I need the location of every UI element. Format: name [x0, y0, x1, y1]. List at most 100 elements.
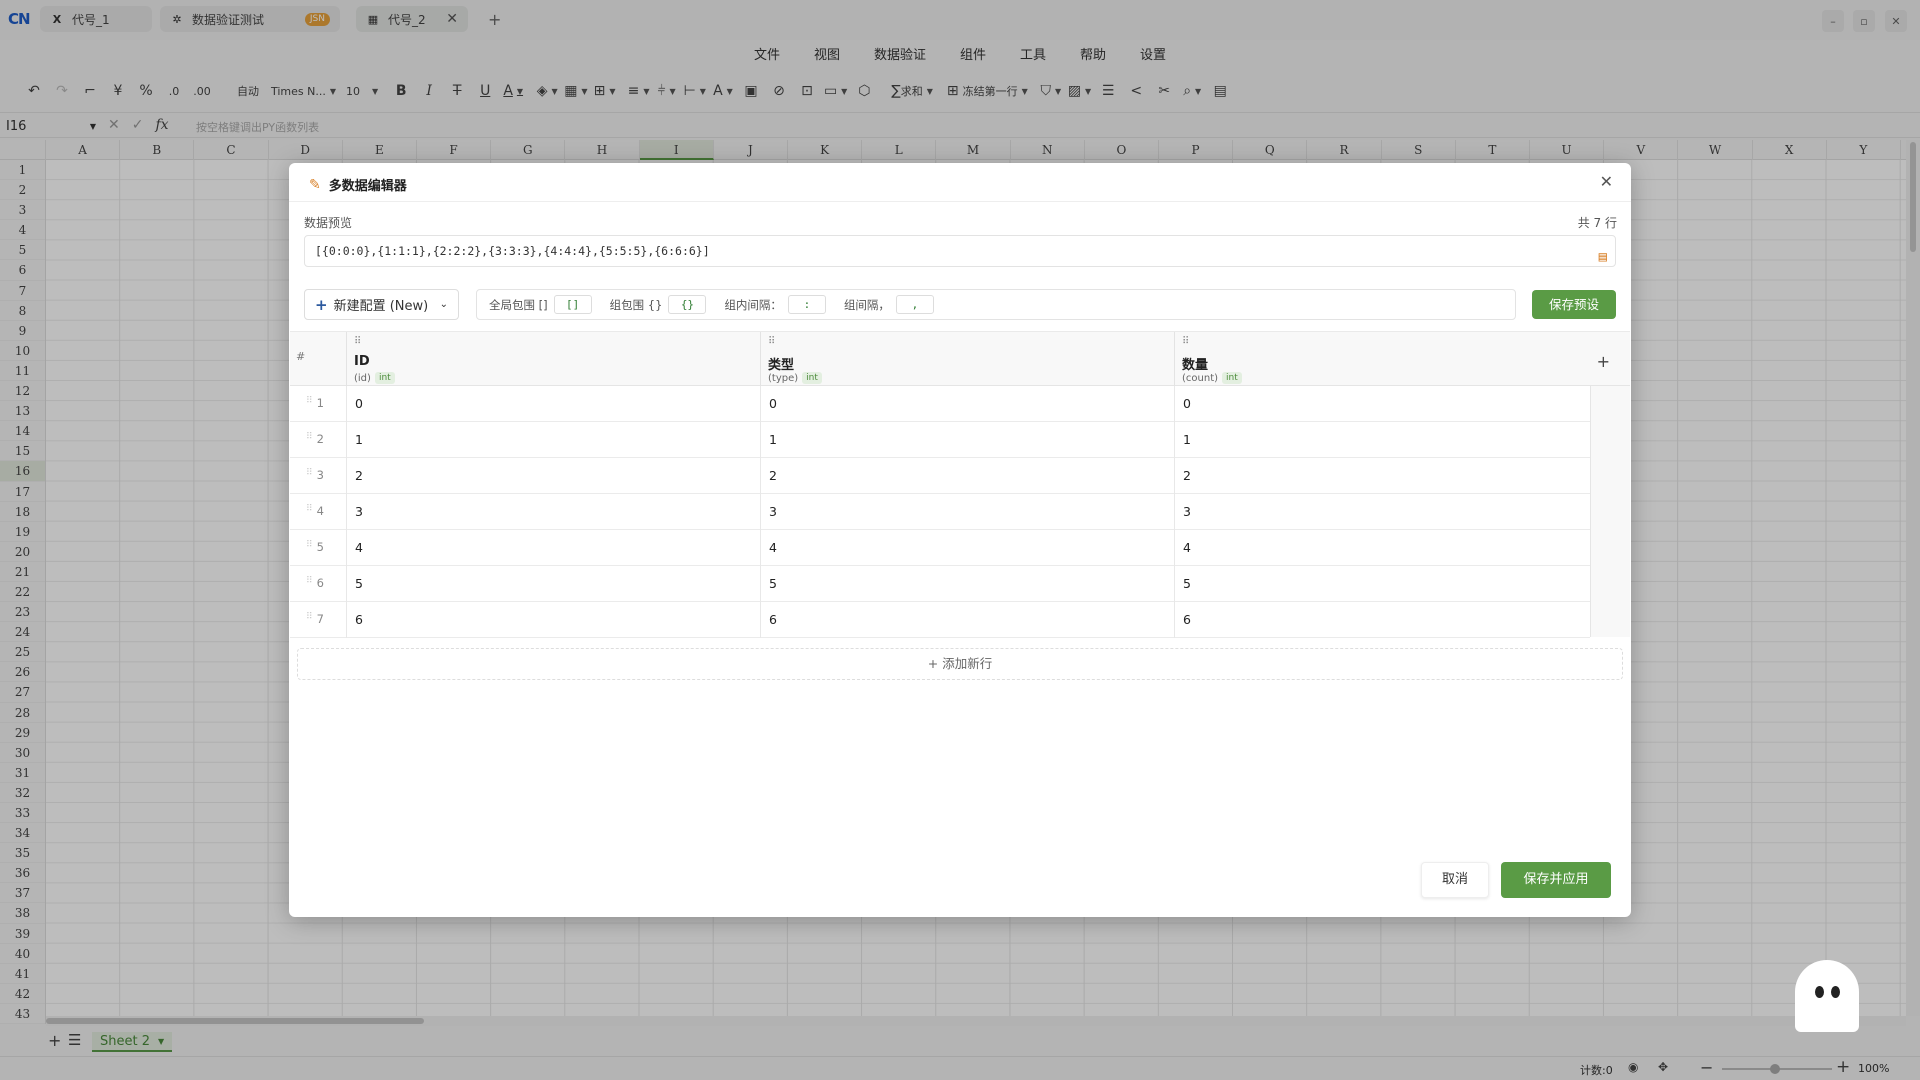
row-number: ⠿ 2: [306, 432, 324, 446]
table-cell[interactable]: 6: [760, 602, 1174, 638]
row-number-value: 6: [316, 576, 324, 590]
preview-label: 数据预览: [304, 216, 353, 230]
row-number-value: 5: [316, 540, 324, 554]
table-cell[interactable]: 2: [1174, 458, 1590, 494]
column-header-type[interactable]: ⠿ 类型 (type) int: [760, 332, 1174, 387]
save-and-apply-button[interactable]: 保存并应用: [1501, 862, 1611, 898]
table-cell[interactable]: 2: [346, 458, 760, 494]
column-header-count[interactable]: ⠿ 数量 (count) int: [1174, 332, 1590, 387]
table-cell[interactable]: 3: [1174, 494, 1590, 530]
config-row: + 新建配置 (New) ⌄ 全局包围 [] [] 组包围 {} {} 组内间隔…: [304, 289, 1616, 321]
row-number-header: #: [296, 350, 306, 363]
table-cell[interactable]: 6: [1174, 602, 1590, 638]
clipboard-icon[interactable]: ▤: [1599, 242, 1607, 272]
format-options: 全局包围 [] [] 组包围 {} {} 组内间隔： : 组间隔， ,: [476, 289, 1516, 320]
table-cell[interactable]: 2: [760, 458, 1174, 494]
config-select-value: 新建配置 (New): [333, 299, 429, 314]
data-table: # ⠿ ID (id) int ⠿ 类型 (type) int ⠿ 数量 (coun…: [290, 331, 1630, 638]
table-header: # ⠿ ID (id) int ⠿ 类型 (type) int ⠿ 数量 (coun…: [290, 331, 1630, 387]
ghost-eye: [1831, 986, 1840, 998]
table-row: ⠿ 3 2 2 2: [290, 458, 1590, 494]
row-number: ⠿ 6: [306, 576, 324, 590]
table-cell[interactable]: 1: [1174, 422, 1590, 458]
table-cell[interactable]: 4: [346, 530, 760, 566]
close-icon[interactable]: ✕: [1600, 172, 1613, 191]
group-separator-input[interactable]: ,: [895, 295, 934, 314]
row-number: ⠿ 7: [306, 612, 324, 626]
table-cell[interactable]: 5: [346, 566, 760, 602]
row-number-value: 4: [316, 504, 324, 518]
table-cell[interactable]: 5: [760, 566, 1174, 602]
add-column-area: [1590, 386, 1630, 637]
save-preset-button[interactable]: 保存预设: [1532, 290, 1616, 319]
row-total: 共 7 行: [1577, 216, 1617, 230]
add-row-button[interactable]: + 添加新行: [297, 648, 1623, 680]
group-separator-label: 组间隔，: [843, 297, 890, 312]
table-row: ⠿ 2 1 1 1: [290, 422, 1590, 458]
row-number-value: 2: [316, 432, 324, 446]
divider: [289, 201, 1631, 202]
drag-handle-icon[interactable]: ⠿: [1182, 336, 1189, 347]
drag-handle-icon[interactable]: ⠿: [306, 396, 313, 410]
global-wrap-input[interactable]: []: [553, 295, 592, 314]
table-cell[interactable]: 0: [346, 386, 760, 422]
row-number-value: 1: [316, 396, 324, 410]
inner-separator-label: 组内间隔：: [724, 297, 782, 312]
group-wrap-input[interactable]: {}: [668, 295, 707, 314]
edit-note-icon: ✎: [309, 176, 321, 193]
table-cell[interactable]: 3: [760, 494, 1174, 530]
row-number-value: 7: [316, 612, 324, 626]
preview-text: [{0:0:0},{1:1:1},{2:2:2},{3:3:3},{4:4:4}…: [315, 244, 710, 258]
drag-handle-icon[interactable]: ⠿: [306, 576, 313, 590]
cancel-button[interactable]: 取消: [1421, 862, 1489, 898]
table-cell[interactable]: 4: [760, 530, 1174, 566]
column-name: ID: [354, 354, 370, 369]
drag-handle-icon[interactable]: ⠿: [306, 468, 313, 482]
table-row: ⠿ 4 3 3 3: [290, 494, 1590, 530]
ghost-assistant-icon[interactable]: [1795, 960, 1859, 1032]
drag-handle-icon[interactable]: ⠿: [306, 504, 313, 518]
table-cell[interactable]: 1: [346, 422, 760, 458]
table-row: ⠿ 5 4 4 4: [290, 530, 1590, 566]
column-key: (id): [354, 372, 371, 384]
chevron-down-icon: ⌄: [439, 299, 448, 310]
table-cell[interactable]: 1: [760, 422, 1174, 458]
row-number: ⠿ 4: [306, 504, 324, 518]
column-meta: (type) int: [768, 372, 822, 384]
row-number-value: 3: [316, 468, 324, 482]
column-key: (count): [1182, 372, 1219, 384]
add-column-icon[interactable]: +: [1597, 352, 1610, 371]
column-name: 类型: [768, 358, 795, 373]
drag-handle-icon[interactable]: ⠿: [306, 612, 313, 626]
drag-handle-icon[interactable]: ⠿: [768, 336, 775, 347]
column-header-id[interactable]: ⠿ ID (id) int: [346, 332, 760, 387]
table-cell[interactable]: 4: [1174, 530, 1590, 566]
drag-handle-icon[interactable]: ⠿: [306, 432, 313, 446]
table-cell[interactable]: 6: [346, 602, 760, 638]
table-row: ⠿ 6 5 5 5: [290, 566, 1590, 602]
drag-handle-icon[interactable]: ⠿: [306, 540, 313, 554]
column-type-badge: int: [374, 372, 395, 384]
column-name: 数量: [1182, 358, 1209, 373]
config-select[interactable]: + 新建配置 (New) ⌄: [304, 289, 459, 320]
group-wrap-label: 组包围 {}: [609, 297, 663, 312]
table-cell[interactable]: 3: [346, 494, 760, 530]
column-type-badge: int: [802, 372, 822, 384]
global-wrap-label: 全局包围 []: [489, 297, 548, 312]
column-type-badge: int: [1222, 372, 1242, 384]
dialog-header: ✎ 多数据编辑器: [309, 175, 407, 195]
table-row: ⠿ 7 6 6 6: [290, 602, 1590, 638]
table-cell[interactable]: 0: [1174, 386, 1590, 422]
inner-separator-input[interactable]: :: [787, 295, 826, 314]
ghost-eye: [1815, 986, 1824, 998]
multi-data-editor-dialog: ✎ 多数据编辑器 ✕ 数据预览 共 7 行 [{0:0:0},{1:1:1},{…: [289, 163, 1631, 917]
column-meta: (id) int: [354, 372, 395, 384]
column-key: (type): [768, 372, 799, 384]
row-number: ⠿ 3: [306, 468, 324, 482]
dialog-title: 多数据编辑器: [328, 179, 407, 194]
plus-icon: +: [315, 295, 328, 314]
table-cell[interactable]: 0: [760, 386, 1174, 422]
table-row: ⠿ 1 0 0 0: [290, 386, 1590, 422]
drag-handle-icon[interactable]: ⠿: [354, 336, 361, 347]
table-cell[interactable]: 5: [1174, 566, 1590, 602]
